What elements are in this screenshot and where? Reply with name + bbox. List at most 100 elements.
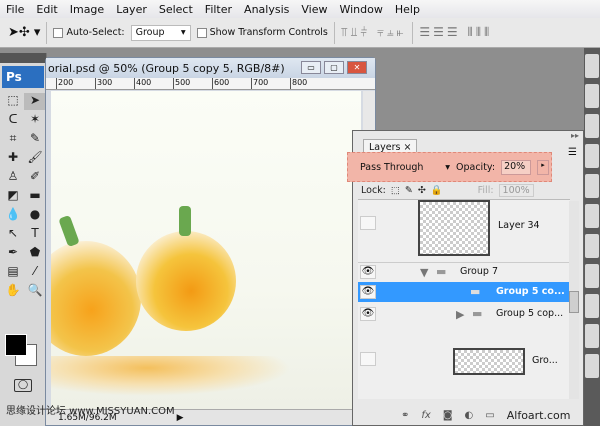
eraser-tool-icon[interactable]: ◩ <box>2 188 24 205</box>
show-transform-checkbox[interactable]: Show Transform Controls <box>196 27 328 38</box>
clone-stamp-icon[interactable]: ♙ <box>2 169 24 186</box>
dock-button[interactable] <box>585 204 599 228</box>
lock-transparent-icon[interactable]: ⬚ <box>391 185 400 196</box>
adjustment-layer-icon[interactable]: ◐ <box>465 410 474 421</box>
dock-button[interactable] <box>585 174 599 198</box>
dock-button[interactable] <box>585 324 599 348</box>
layer-name: Group 7 <box>460 266 498 277</box>
panel-collapse-icon[interactable]: ▸▸ <box>571 131 579 140</box>
dock-button[interactable] <box>585 84 599 108</box>
layer-row[interactable]: 👁 ▼ ▬ Group 7 <box>358 262 570 280</box>
menu-filter[interactable]: Filter <box>199 3 238 16</box>
healing-brush-icon[interactable]: ✚ <box>2 150 24 167</box>
lock-pixels-icon[interactable]: ✎ <box>405 185 413 196</box>
foreground-color-swatch[interactable] <box>5 334 27 356</box>
history-brush-icon[interactable]: ✐ <box>24 169 46 186</box>
eye-icon[interactable]: 👁 <box>360 265 376 279</box>
options-bar: ➤✣ ▾ Auto-Select: Group ▾ Show Transform … <box>0 18 600 48</box>
move-tool-icon[interactable]: ➤✣ ▾ <box>8 25 40 40</box>
opacity-input[interactable]: 20% <box>501 159 532 175</box>
fx-icon[interactable]: fx <box>421 410 430 421</box>
expand-triangle-icon[interactable]: ▶ <box>456 308 464 321</box>
dock-button[interactable] <box>585 264 599 288</box>
pen-tool-icon[interactable]: ✒ <box>2 245 24 262</box>
menu-layer[interactable]: Layer <box>110 3 153 16</box>
menu-bar: File Edit Image Layer Select Filter Anal… <box>0 0 600 18</box>
quick-mask-icon[interactable]: ◯ <box>14 379 32 392</box>
crop-tool-icon[interactable]: ⌗ <box>2 131 24 148</box>
fill-input[interactable]: 100% <box>498 184 534 197</box>
document-title-bar[interactable]: orial.psd @ 50% (Group 5 copy 5, RGB/8#)… <box>46 58 375 78</box>
layer-name: Layer 34 <box>498 220 540 231</box>
layer-row[interactable]: Gro... <box>358 340 570 380</box>
layers-scrollbar[interactable] <box>569 201 579 399</box>
layer-row[interactable]: Layer 34 <box>358 200 570 258</box>
lasso-tool-icon[interactable]: ᑕ <box>2 112 24 129</box>
status-menu-arrow[interactable]: ▶ <box>177 413 184 423</box>
add-mask-icon[interactable]: ◙ <box>443 410 453 421</box>
maximize-button[interactable]: ▢ <box>324 61 344 74</box>
dodge-tool-icon[interactable]: ● <box>24 207 46 224</box>
zoom-tool-icon[interactable]: 🔍 <box>24 283 46 300</box>
layer-row[interactable]: 👁 ▶ ▬ Group 5 cop... <box>358 304 570 324</box>
menu-file[interactable]: File <box>0 3 30 16</box>
dock-button[interactable] <box>585 114 599 138</box>
path-select-icon[interactable]: ↖ <box>2 226 24 243</box>
expand-triangle-icon[interactable]: ▼ <box>420 266 428 279</box>
minimize-button[interactable]: ▭ <box>301 61 321 74</box>
close-button[interactable]: ✕ <box>347 61 367 74</box>
new-group-icon[interactable]: ▭ <box>485 410 494 421</box>
auto-select-dropdown[interactable]: Group ▾ <box>130 24 191 41</box>
dock-button[interactable] <box>585 54 599 78</box>
reflection <box>51 356 291 396</box>
magic-wand-icon[interactable]: ✶ <box>24 112 46 129</box>
move-tool-icon[interactable]: ➤ <box>24 93 46 110</box>
document-title: orial.psd @ 50% (Group 5 copy 5, RGB/8#) <box>48 61 285 75</box>
distribute-icons[interactable]: ☰☰☰ ⦀⦀⦀ <box>419 25 492 40</box>
auto-select-checkbox[interactable]: Auto-Select: <box>53 27 125 38</box>
blur-tool-icon[interactable]: 💧 <box>2 207 24 224</box>
marquee-tool-icon[interactable]: ⬚ <box>2 93 24 110</box>
right-panel-dock <box>584 48 600 426</box>
lock-all-icon[interactable]: 🔒 <box>431 185 443 196</box>
eyedropper-icon[interactable]: ⁄ <box>24 264 46 281</box>
panel-menu-icon[interactable]: ☰ <box>568 147 577 158</box>
blend-mode-dropdown[interactable]: Pass Through ▾ <box>360 162 450 173</box>
layer-name: Group 5 cop... <box>496 308 564 319</box>
gradient-tool-icon[interactable]: ▬ <box>24 188 46 205</box>
layers-footer: ⚭ fx ◙ ◐ ▭ Alfoart.com <box>353 405 583 425</box>
align-icons[interactable]: ⫪⫫⫩ ⫧⫨⫦ <box>341 25 407 40</box>
opacity-slider-button[interactable]: ▸ <box>537 159 550 175</box>
divider <box>46 21 48 44</box>
tomato-image-left <box>51 241 141 356</box>
menu-analysis[interactable]: Analysis <box>238 3 295 16</box>
eye-icon[interactable]: 👁 <box>360 307 376 321</box>
menu-image[interactable]: Image <box>64 3 110 16</box>
dock-button[interactable] <box>585 234 599 258</box>
brush-tool-icon[interactable]: 🖌 <box>24 150 46 167</box>
dock-button[interactable] <box>585 294 599 318</box>
hand-tool-icon[interactable]: ✋ <box>2 283 24 300</box>
link-layers-icon[interactable]: ⚭ <box>401 410 409 421</box>
chevron-down-icon: ▾ <box>445 161 450 173</box>
menu-edit[interactable]: Edit <box>30 3 63 16</box>
canvas[interactable] <box>51 91 361 409</box>
shape-tool-icon[interactable]: ⬟ <box>24 245 46 262</box>
menu-select[interactable]: Select <box>153 3 199 16</box>
tomato-stem <box>58 214 80 248</box>
dock-button[interactable] <box>585 354 599 378</box>
menu-view[interactable]: View <box>295 3 333 16</box>
dock-button[interactable] <box>585 144 599 168</box>
lock-position-icon[interactable]: ✣ <box>418 185 426 196</box>
type-tool-icon[interactable]: T <box>24 226 46 243</box>
layer-row-selected[interactable]: 👁 ▬ Group 5 co... <box>358 282 570 302</box>
visibility-toggle[interactable] <box>360 216 376 230</box>
divider <box>333 21 335 44</box>
notes-tool-icon[interactable]: ▤ <box>2 264 24 281</box>
slice-tool-icon[interactable]: ✎ <box>24 131 46 148</box>
eye-icon[interactable]: 👁 <box>360 285 376 299</box>
visibility-toggle[interactable] <box>360 352 376 366</box>
menu-window[interactable]: Window <box>333 3 388 16</box>
menu-help[interactable]: Help <box>389 3 426 16</box>
toolbox-header[interactable] <box>0 53 46 63</box>
